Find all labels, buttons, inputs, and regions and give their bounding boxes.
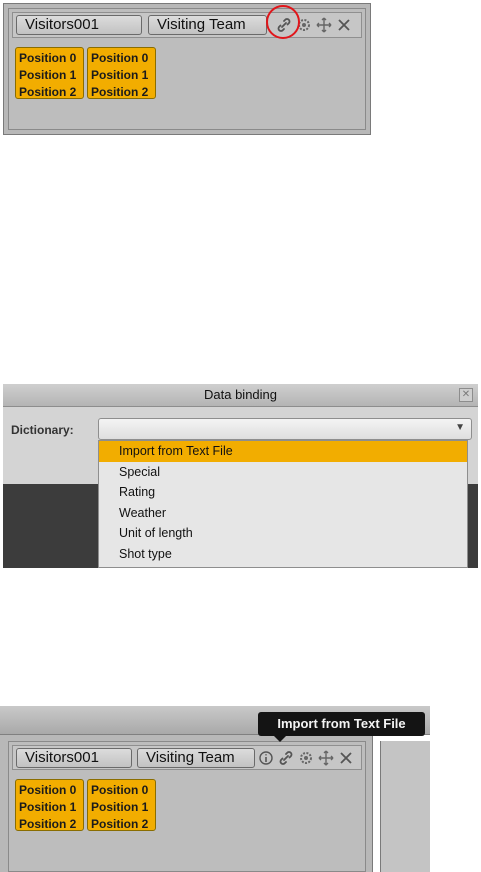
position-chip[interactable]: Position 0 Position 1 Position 2: [15, 47, 84, 99]
node-panel-body: Visitors001 Visiting Team Position 0 Pos…: [8, 8, 366, 130]
side-panel: [380, 741, 430, 872]
tooltip: Import from Text File: [258, 712, 425, 742]
dropdown-option[interactable]: Rating: [99, 482, 467, 503]
chip-line: Position 1: [19, 800, 77, 814]
dropdown-option[interactable]: Special: [99, 462, 467, 483]
chip-line: Position 0: [19, 783, 77, 797]
node-panel-area: Visitors001 Visiting Team Position 0 Pos…: [0, 735, 373, 872]
link-icon[interactable]: [277, 750, 295, 768]
node-panel-top: Visitors001 Visiting Team Position 0 Pos…: [3, 3, 371, 135]
position-chip[interactable]: Position 0 Position 1 Position 2: [15, 779, 84, 831]
node-header: Visitors001 Visiting Team: [12, 745, 362, 770]
chip-line: Position 0: [91, 51, 149, 65]
dictionary-dropdown: Import from Text File Special Rating Wea…: [98, 440, 468, 568]
dictionary-label: Dictionary:: [11, 423, 74, 437]
team-name-field[interactable]: Visiting Team: [137, 748, 255, 768]
gear-icon[interactable]: [297, 750, 315, 768]
chip-line: Position 1: [91, 68, 149, 82]
info-icon[interactable]: [257, 750, 275, 768]
data-binding-screen: Data binding ✕ Dictionary: ▼ Import from…: [3, 384, 478, 568]
chip-line: Position 2: [19, 817, 77, 831]
chevron-down-icon[interactable]: ▼: [455, 422, 465, 433]
node-header: Visitors001 Visiting Team: [12, 12, 362, 38]
node-panel-body: Visitors001 Visiting Team Position 0 Pos…: [8, 741, 366, 872]
dropdown-option[interactable]: Import from Text File: [99, 441, 467, 462]
dialog-title: Data binding: [3, 384, 478, 407]
highlight-circle: [266, 5, 300, 39]
move-icon[interactable]: [315, 17, 333, 35]
close-icon[interactable]: ✕: [459, 388, 473, 402]
dropdown-option[interactable]: Weather: [99, 503, 467, 524]
chip-line: Position 0: [91, 783, 149, 797]
node-name-field[interactable]: Visitors001: [16, 15, 142, 35]
close-icon[interactable]: [337, 750, 355, 768]
chip-line: Position 2: [91, 817, 149, 831]
dictionary-select[interactable]: ▼: [98, 418, 472, 440]
node-name-field[interactable]: Visitors001: [16, 748, 132, 768]
chip-line: Position 0: [19, 51, 77, 65]
chip-line: Position 1: [91, 800, 149, 814]
move-icon[interactable]: [317, 750, 335, 768]
chip-line: Position 1: [19, 68, 77, 82]
position-chip[interactable]: Position 0 Position 1 Position 2: [87, 47, 156, 99]
dropdown-option[interactable]: Shot type: [99, 544, 467, 565]
dropdown-option[interactable]: Unit of length: [99, 523, 467, 544]
chip-line: Position 2: [19, 85, 77, 99]
chip-line: Position 2: [91, 85, 149, 99]
team-name-field[interactable]: Visiting Team: [148, 15, 267, 35]
close-icon[interactable]: [335, 17, 353, 35]
position-chip[interactable]: Position 0 Position 1 Position 2: [87, 779, 156, 831]
